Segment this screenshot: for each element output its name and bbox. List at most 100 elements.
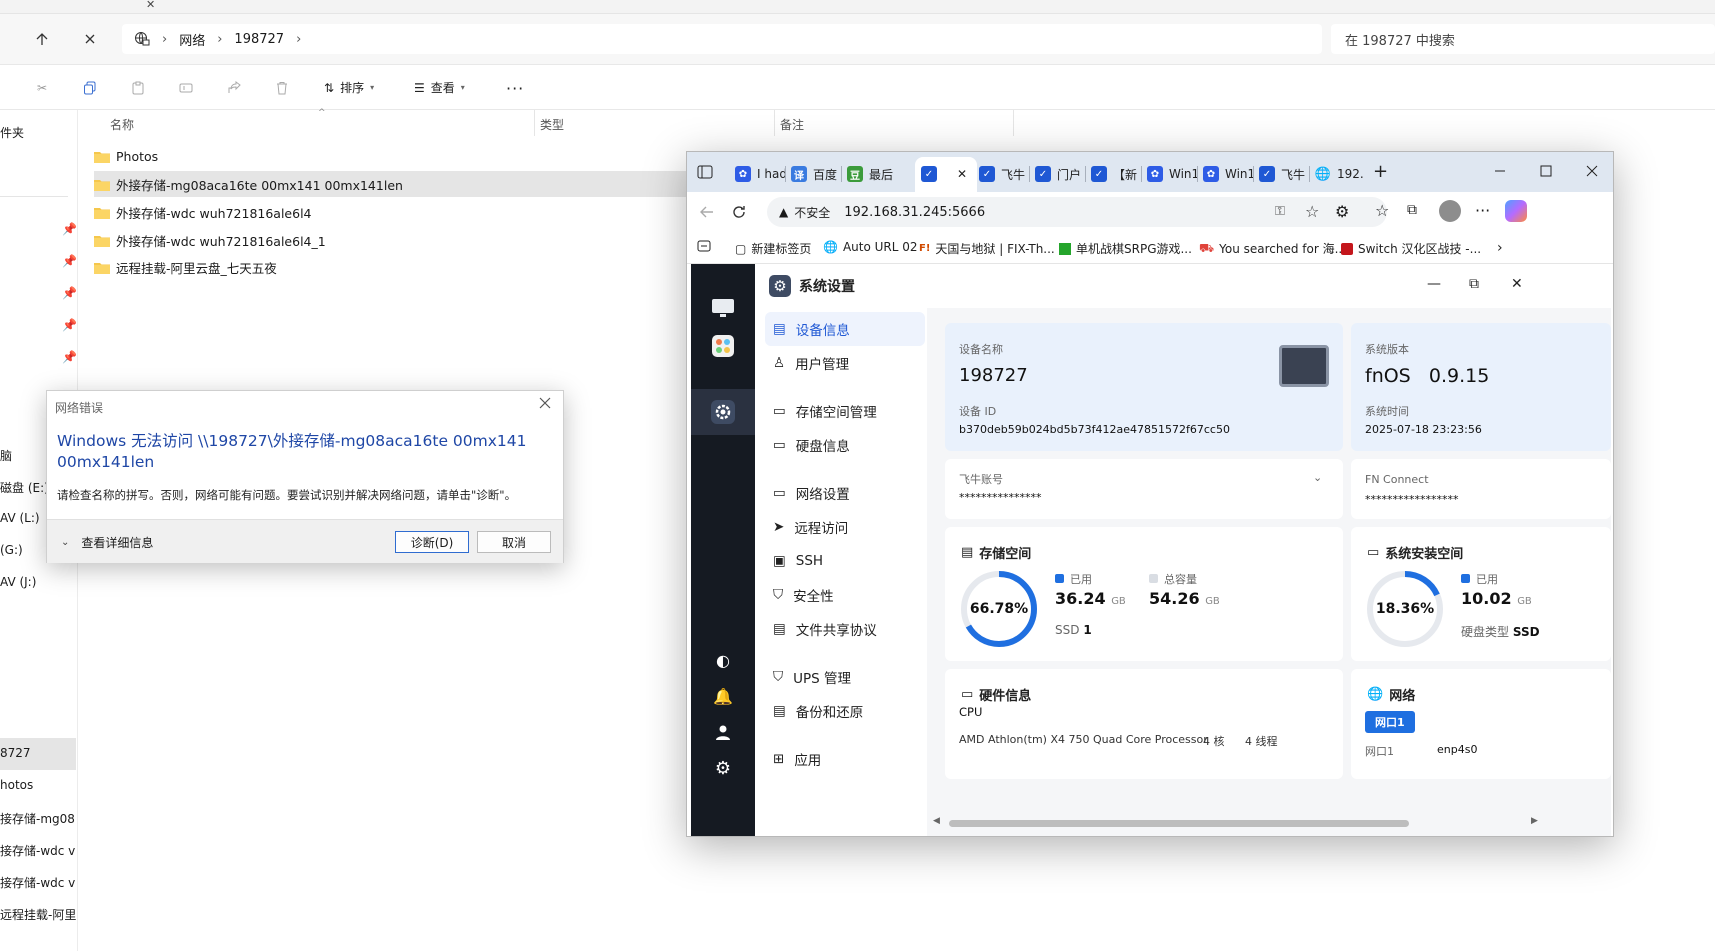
- nav-ups[interactable]: ⛉ UPS 管理: [765, 660, 925, 694]
- scroll-thumb[interactable]: [949, 820, 1409, 827]
- show-details-toggle[interactable]: ⌄ 查看详细信息: [61, 534, 153, 551]
- more-options-icon[interactable]: ···: [1475, 201, 1490, 220]
- tab[interactable]: ✿ Win1: [1147, 158, 1197, 190]
- nav-security[interactable]: ⛉ 安全性: [765, 578, 925, 612]
- file-row-selected[interactable]: 外接存储-mg08aca16te 00mx141 00mx141len: [94, 171, 694, 197]
- address-bar[interactable]: › 网络 › 198727 ›: [122, 24, 1322, 54]
- nav-disk-info[interactable]: ▭ 硬盘信息: [765, 428, 925, 462]
- pin-icon[interactable]: 📌: [62, 318, 77, 332]
- sidebar-item[interactable]: 件夹: [0, 124, 76, 141]
- bookmark-item[interactable]: 🌐 Auto URL 02: [823, 240, 918, 254]
- reading-icon[interactable]: [697, 240, 711, 252]
- tab[interactable]: 译百度: [791, 158, 841, 190]
- back-icon[interactable]: [699, 204, 715, 220]
- scroll-right-icon[interactable]: ▶: [1531, 816, 1538, 826]
- favorite-star-icon[interactable]: ☆: [1305, 202, 1319, 221]
- app-center-icon[interactable]: [707, 330, 739, 362]
- user-icon[interactable]: [707, 716, 739, 748]
- copy-icon[interactable]: [80, 78, 100, 98]
- restore-icon[interactable]: ⧉: [1469, 276, 1479, 292]
- tab[interactable]: ✿ Win1: [1203, 158, 1253, 190]
- extensions-icon[interactable]: ⚙: [1335, 202, 1349, 221]
- sidebar-item[interactable]: AV (J:): [0, 575, 76, 589]
- nav-device-info[interactable]: ▤ 设备信息: [765, 312, 925, 346]
- paste-icon[interactable]: [128, 78, 148, 98]
- tab[interactable]: ✓ 【新: [1091, 158, 1141, 190]
- breadcrumb-host[interactable]: 198727: [234, 32, 284, 47]
- collections-icon[interactable]: ⧉: [1407, 202, 1417, 218]
- profile-avatar[interactable]: [1439, 200, 1461, 222]
- bookmark-item[interactable]: F! 天国与地狱 | FIX-Th...: [919, 240, 1055, 257]
- tab[interactable]: 豆最后: [847, 158, 897, 190]
- file-row[interactable]: 外接存储-wdc wuh721816ale6l4_1: [94, 227, 694, 253]
- copilot-icon[interactable]: [1505, 200, 1527, 222]
- sidebar-item[interactable]: 接存储-mg08: [0, 810, 76, 827]
- cancel-button[interactable]: 取消: [477, 531, 551, 553]
- close-tab-icon[interactable]: ✕: [957, 167, 967, 181]
- refresh-icon[interactable]: [731, 204, 747, 220]
- nav-backup[interactable]: ▤ 备份和还原: [765, 694, 925, 728]
- scroll-left-icon[interactable]: ◀: [933, 816, 940, 826]
- sidebar-item[interactable]: hotos: [0, 778, 76, 792]
- expand-icon[interactable]: ⌄: [1313, 471, 1322, 484]
- tab[interactable]: 🌐 192.1: [1315, 158, 1365, 190]
- theme-icon[interactable]: ◐: [707, 644, 739, 676]
- tab[interactable]: ✿ I had: [735, 158, 785, 190]
- tab[interactable]: ✓ 飞牛: [979, 158, 1029, 190]
- favorites-icon[interactable]: ☆: [1375, 201, 1389, 220]
- column-name[interactable]: 名称: [110, 116, 134, 133]
- not-secure-label[interactable]: 不安全: [794, 204, 830, 221]
- sidebar-item[interactable]: 接存储-wdc v: [0, 842, 76, 859]
- port-tab[interactable]: 网口1: [1365, 711, 1415, 733]
- chevron-right-icon[interactable]: ›: [162, 32, 167, 47]
- close-icon[interactable]: ✕: [1511, 276, 1523, 292]
- bookmark-item[interactable]: ▢ 新建标签页: [735, 240, 811, 257]
- maximize-icon[interactable]: [1539, 164, 1555, 180]
- sidebar-item[interactable]: 接存储-wdc v: [0, 874, 76, 891]
- url-bar[interactable]: ▲ 不安全 192.168.31.245:5666 ⚿ ☆: [767, 197, 1387, 227]
- bookmark-item[interactable]: 单机战棋SRPG游戏...: [1059, 240, 1192, 257]
- sidebar-item[interactable]: 远程挂载-阿里云: [0, 906, 76, 923]
- key-icon[interactable]: ⚿: [1275, 204, 1285, 219]
- rename-icon[interactable]: [176, 78, 196, 98]
- chevron-right-icon[interactable]: ›: [1497, 240, 1503, 256]
- bell-icon[interactable]: 🔔: [707, 680, 739, 712]
- view-button[interactable]: ☰ 查看 ▾: [414, 79, 465, 96]
- horizontal-scrollbar[interactable]: ◀ ▶: [927, 816, 1611, 830]
- nav-storage[interactable]: ▭ 存储空间管理: [765, 394, 925, 428]
- nav-user-management[interactable]: ♙ 用户管理: [765, 346, 925, 380]
- sort-button[interactable]: ⇅ 排序 ▾: [324, 79, 374, 96]
- column-type[interactable]: 类型: [540, 116, 564, 133]
- stop-icon[interactable]: [76, 25, 104, 53]
- chevron-right-icon[interactable]: ›: [296, 32, 301, 47]
- gear-icon[interactable]: ⚙: [707, 752, 739, 784]
- nav-remote-access[interactable]: ➤ 远程访问: [765, 510, 925, 544]
- file-row[interactable]: 外接存储-wdc wuh721816ale6l4: [94, 199, 694, 225]
- nav-file-sharing[interactable]: ▤ 文件共享协议: [765, 612, 925, 646]
- nav-apps[interactable]: ⊞ 应用: [765, 742, 925, 776]
- close-tab-icon[interactable]: ✕: [146, 0, 155, 11]
- pin-icon[interactable]: 📌: [62, 222, 77, 236]
- bookmark-item[interactable]: ⛟ You searched for 海...: [1199, 240, 1346, 257]
- close-icon[interactable]: [1585, 164, 1601, 180]
- bookmark-item[interactable]: Switch 汉化区战技 -...: [1341, 240, 1481, 257]
- up-arrow-icon[interactable]: [28, 25, 56, 53]
- delete-icon[interactable]: [272, 78, 292, 98]
- close-icon[interactable]: [539, 397, 555, 413]
- search-input[interactable]: 在 198727 中搜索: [1331, 24, 1715, 54]
- tab-actions-icon[interactable]: [697, 165, 713, 179]
- tab[interactable]: ✓ 飞牛: [1259, 158, 1309, 190]
- share-icon[interactable]: [224, 78, 244, 98]
- pin-icon[interactable]: 📌: [62, 254, 77, 268]
- new-tab-icon[interactable]: +: [1373, 161, 1388, 182]
- column-note[interactable]: 备注: [780, 116, 804, 133]
- cut-icon[interactable]: ✂: [32, 78, 52, 98]
- sidebar-item[interactable]: 8727: [0, 746, 76, 760]
- desktop-icon[interactable]: [707, 292, 739, 324]
- nav-network[interactable]: ▭ 网络设置: [765, 476, 925, 510]
- minimize-icon[interactable]: [1493, 164, 1509, 180]
- pin-icon[interactable]: 📌: [62, 350, 77, 364]
- tab-fnos[interactable]: ✓ ✕: [921, 158, 971, 190]
- more-options-icon[interactable]: ···: [506, 79, 524, 98]
- pin-icon[interactable]: 📌: [62, 286, 77, 300]
